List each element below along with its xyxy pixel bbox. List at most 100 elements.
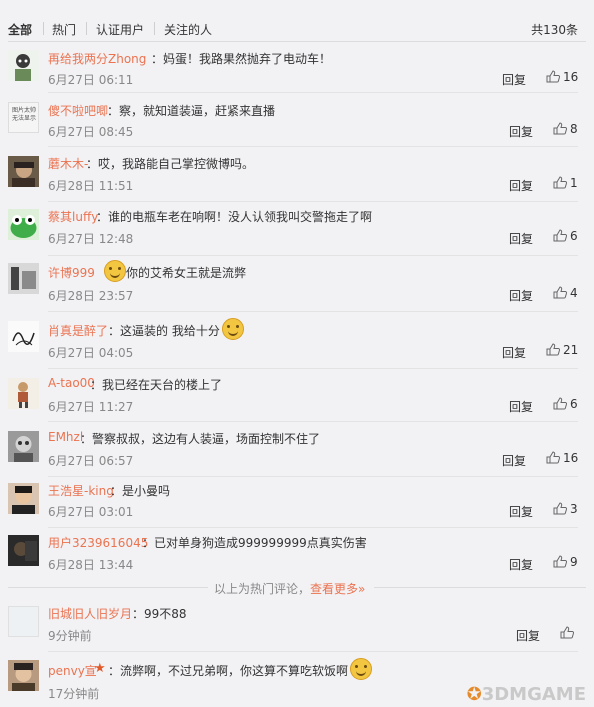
hot-notice-line-left: [8, 587, 208, 588]
like-count: 3: [570, 502, 578, 516]
comment-divider: [48, 421, 578, 422]
reply-button[interactable]: 回复: [516, 627, 540, 644]
like-button[interactable]: 16: [546, 70, 578, 84]
comment-username[interactable]: 用户3239616045: [48, 534, 148, 551]
like-button[interactable]: 6: [553, 397, 578, 411]
like-button[interactable]: 1: [553, 176, 578, 190]
comment-text: ：妈蛋！我路果然抛弃了电动车！: [151, 52, 332, 66]
comment-text: ：是小曼吗: [110, 484, 171, 498]
reply-button[interactable]: 回复: [509, 177, 533, 194]
comment-item: 用户3239616045 ：已对单身狗造成999999999点真实伤害 6月28…: [0, 529, 594, 577]
user-avatar[interactable]: [8, 209, 39, 240]
comment-item: A-tao00 ：我已经在天台的楼上了 6月27日 11:27 回复 6: [0, 371, 594, 422]
like-count: 8: [570, 122, 578, 136]
like-count: 16: [563, 70, 579, 84]
thumbs-up-icon: [553, 176, 568, 189]
thumbs-up-icon: [553, 122, 568, 135]
comment-text: ：警察叔叔，这边有人装逼，场面控制不住了: [80, 432, 321, 446]
reply-button[interactable]: 回复: [502, 71, 526, 88]
watermark-text: 3DMGAME: [481, 684, 586, 705]
tab-separator: [43, 22, 44, 35]
comment-text-body: 妈蛋！我路果然抛弃了电动车！: [163, 52, 332, 66]
comment-username[interactable]: 王浩星-king: [48, 482, 114, 499]
comment-username[interactable]: A-tao00: [48, 376, 95, 390]
user-avatar[interactable]: [8, 321, 39, 352]
comment-text-body: 流弊啊，不过兄弟啊，你这算不算吃软饭啊: [120, 664, 349, 678]
user-avatar[interactable]: [8, 156, 39, 187]
comment-text: ：察，就知道装逼，赶紧来直播: [107, 104, 276, 118]
comment-username[interactable]: penvy宣: [48, 662, 97, 679]
comment-time: 6月27日 06:57: [48, 454, 134, 468]
reply-button[interactable]: 回复: [509, 556, 533, 573]
comment-text-body: 已对单身狗造成999999999点真实伤害: [154, 536, 367, 550]
comment-divider: [48, 651, 578, 652]
comment-username[interactable]: 许博999: [48, 264, 95, 281]
tab-hot[interactable]: 热门: [52, 21, 76, 38]
comment-text-body: 哎，我路能自己掌控微博吗。: [98, 157, 255, 171]
like-button[interactable]: [560, 626, 577, 640]
comment-text: ：已对单身狗造成999999999点真实伤害: [142, 536, 367, 550]
like-button[interactable]: 8: [553, 122, 578, 136]
tab-verified[interactable]: 认证用户: [96, 21, 144, 38]
comment-username[interactable]: 傻不啦吧唧: [48, 102, 108, 119]
thumbs-up-icon: [553, 502, 568, 515]
user-avatar[interactable]: [8, 606, 39, 637]
tab-separator: [86, 22, 87, 35]
comment-item: 再给我两分Zhong ：妈蛋！我路果然抛弃了电动车！ 6月27日 06:11 回…: [0, 44, 594, 93]
thumbs-up-icon: [546, 70, 561, 83]
like-button[interactable]: 6: [553, 229, 578, 243]
reply-button[interactable]: 回复: [509, 503, 533, 520]
tab-all[interactable]: 全部: [8, 21, 32, 38]
comment-divider: [48, 146, 578, 147]
view-more-link[interactable]: 查看更多»: [310, 582, 365, 596]
comment-text: ：流弊啊，不过兄弟啊，你这算不算吃软饭啊: [108, 658, 373, 680]
comment-divider: [48, 368, 578, 369]
user-avatar[interactable]: [8, 483, 39, 514]
like-button[interactable]: 16: [546, 451, 578, 465]
reply-button[interactable]: 回复: [509, 398, 533, 415]
reply-button[interactable]: 回复: [509, 230, 533, 247]
like-button[interactable]: 21: [546, 343, 578, 357]
watermark-logo: ✪3DMGAME: [466, 684, 586, 705]
comment-username[interactable]: 蘑木木-: [48, 155, 88, 172]
user-avatar[interactable]: [8, 50, 39, 81]
reply-button[interactable]: 回复: [509, 123, 533, 140]
comment-username[interactable]: EMhzl: [48, 430, 83, 444]
thumbs-up-icon: [546, 343, 561, 356]
user-avatar[interactable]: 图片太帅 无法显示: [8, 102, 39, 133]
comment-username[interactable]: 蔡其luffy: [48, 208, 98, 225]
user-avatar[interactable]: [8, 378, 39, 409]
comment-username[interactable]: 再给我两分Zhong: [48, 50, 146, 67]
comment-divider: [48, 311, 578, 312]
comment-time: 6月27日 11:27: [48, 400, 134, 414]
like-count: 6: [570, 397, 578, 411]
thumbs-up-icon: [553, 286, 568, 299]
comment-total-count: 共130条: [531, 23, 578, 37]
comment-text-body: 你的艾希女王就是流弊: [126, 266, 247, 280]
comment-divider: [48, 527, 578, 528]
comment-username[interactable]: 旧城旧人旧岁月: [48, 605, 132, 622]
like-count: 21: [563, 343, 579, 357]
comment-time: 6月27日 03:01: [48, 505, 134, 519]
user-avatar[interactable]: [8, 660, 39, 691]
comment-item: 旧城旧人旧岁月 ：99不88 9分钟前 回复: [0, 600, 594, 652]
comment-text: ：哎，我路能自己掌控微博吗。: [86, 157, 255, 171]
reply-button[interactable]: 回复: [502, 344, 526, 361]
tab-following[interactable]: 关注的人: [164, 21, 212, 38]
star-badge-icon: ★: [94, 661, 106, 676]
like-button[interactable]: 4: [553, 286, 578, 300]
comment-item: 图片太帅 无法显示 傻不啦吧唧 ：察，就知道装逼，赶紧来直播 6月27日 08:4…: [0, 96, 594, 147]
reply-button[interactable]: 回复: [502, 452, 526, 469]
reply-button[interactable]: 回复: [509, 287, 533, 304]
like-button[interactable]: 3: [553, 502, 578, 516]
user-avatar[interactable]: [8, 431, 39, 462]
user-avatar[interactable]: [8, 263, 39, 294]
comment-text-body: 警察叔叔，这边有人装逼，场面控制不住了: [92, 432, 321, 446]
comment-time: 9分钟前: [48, 629, 92, 643]
user-avatar[interactable]: [8, 535, 39, 566]
comment-item: 王浩星-king ：是小曼吗 6月27日 03:01 回复 3: [0, 477, 594, 528]
comment-username[interactable]: 肖真是醉了: [48, 322, 108, 339]
like-button[interactable]: 9: [553, 555, 578, 569]
comment-text-body: 谁的电瓶车老在响啊！没人认领我叫交警拖走了啊: [108, 210, 373, 224]
comment-divider: [48, 255, 578, 256]
